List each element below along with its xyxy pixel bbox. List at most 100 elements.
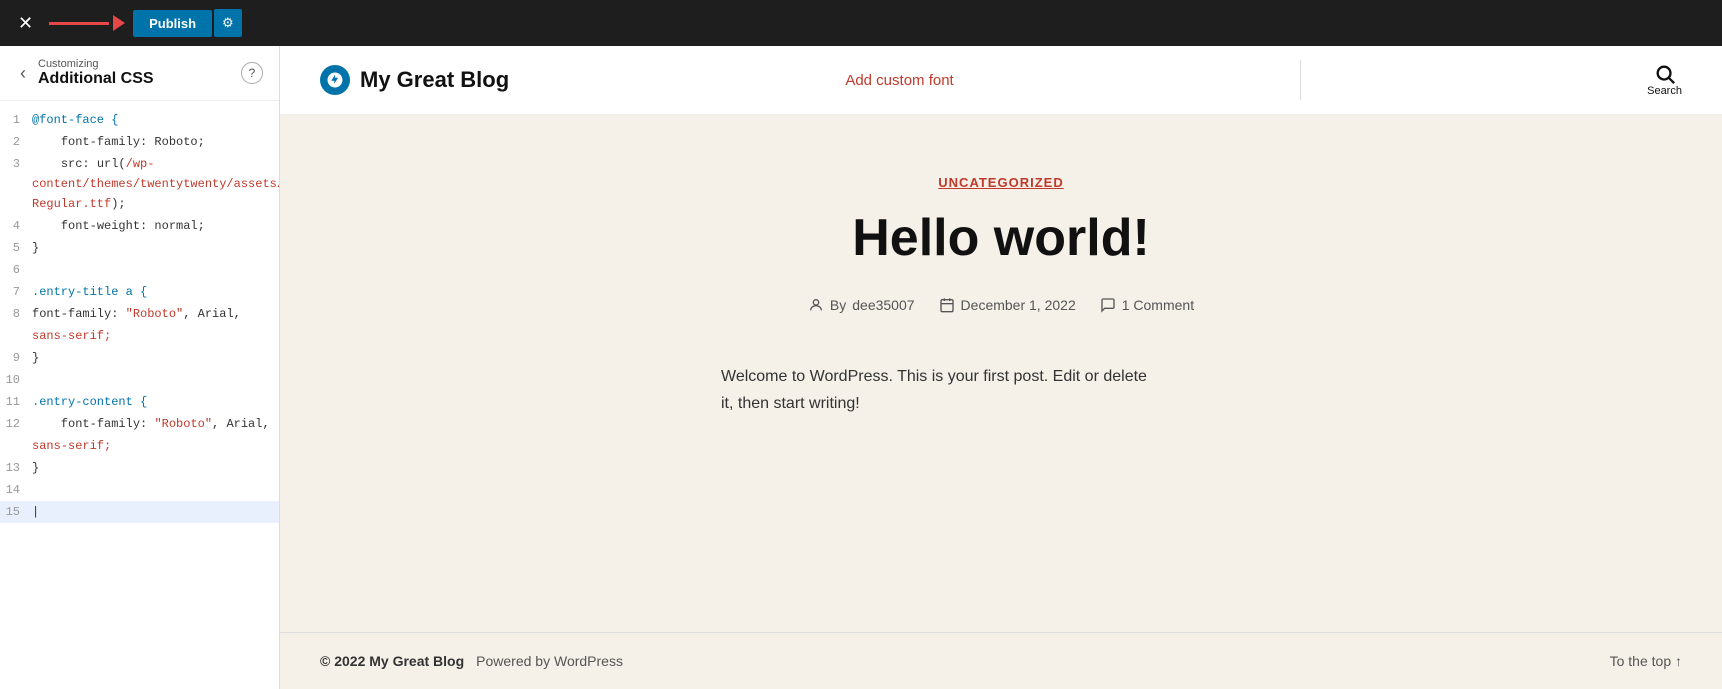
line-number [0,326,28,346]
line-number: 4 [0,216,28,236]
line-number: 8 [0,304,28,324]
line-content [28,370,279,390]
header-divider [1300,60,1301,100]
code-line-11: 11 .entry-content { [0,391,279,413]
line-content: font-family: Roboto; [28,132,279,152]
line-number: 6 [0,260,28,280]
code-editor[interactable]: 1 @font-face { 2 font-family: Roboto; 3 … [0,101,279,689]
code-line-10: 10 [0,369,279,391]
code-line-1: 1 @font-face { [0,109,279,131]
line-content: | [28,502,279,522]
line-content [28,260,279,280]
search-icon [1654,63,1676,85]
blog-footer: © 2022 My Great Blog Powered by WordPres… [280,632,1722,689]
footer-left: © 2022 My Great Blog Powered by WordPres… [320,653,623,669]
post-title: Hello world! [380,210,1622,267]
blog-icon [320,65,350,95]
code-line-8: 8 font-family: "Roboto", Arial, [0,303,279,325]
excerpt-line2: it, then start writing! [721,395,860,412]
code-line-8b: sans-serif; [0,325,279,347]
publish-button[interactable]: Publish [133,10,212,37]
code-line-13: 13 } [0,457,279,479]
code-line-9: 9 } [0,347,279,369]
line-content: @font-face { [28,110,279,130]
add-custom-font-link[interactable]: Add custom font [845,72,953,89]
line-content: sans-serif; [28,436,279,456]
footer-copyright: © 2022 My Great Blog [320,653,464,669]
search-button-area[interactable]: Search [1647,63,1682,97]
line-number: 12 [0,414,28,434]
post-author: By dee35007 [808,297,915,313]
line-number: 10 [0,370,28,390]
settings-button[interactable]: ⚙ [214,9,242,37]
line-content: .entry-content { [28,392,279,412]
arrow-head [113,15,125,31]
panel-header-left: ‹ Customizing Additional CSS [16,58,154,88]
footer-to-top[interactable]: To the top ↑ [1610,653,1682,669]
line-content [28,480,279,500]
panel-title: Additional CSS [38,70,154,88]
blog-header: My Great Blog Add custom font Search [280,46,1722,115]
arrow-indicator [49,15,125,31]
line-content: } [28,458,279,478]
line-number: 11 [0,392,28,412]
blog-logo: My Great Blog [320,65,509,95]
line-content: } [28,348,279,368]
top-toolbar: ✕ Publish ⚙ [0,0,1722,46]
line-content: src: url(/wp-content/themes/twentytwenty… [28,154,279,214]
footer-powered-by: Powered by WordPress [476,653,623,669]
line-content: } [28,238,279,258]
line-number: 2 [0,132,28,152]
line-number [0,436,28,456]
search-label: Search [1647,85,1682,97]
arrow-line [49,22,109,25]
help-button[interactable]: ? [241,62,263,84]
code-line-6: 6 [0,259,279,281]
comments-count: 1 Comment [1122,297,1194,313]
panel-title-group: Customizing Additional CSS [38,58,154,88]
blog-title: My Great Blog [360,67,509,93]
code-line-12: 12 font-family: "Roboto", Arial, [0,413,279,435]
code-line-7: 7 .entry-title a { [0,281,279,303]
back-button[interactable]: ‹ [16,61,30,86]
code-line-12b: sans-serif; [0,435,279,457]
line-number: 7 [0,282,28,302]
code-line-15[interactable]: 15 | [0,501,279,523]
code-line-2: 2 font-family: Roboto; [0,131,279,153]
code-line-3: 3 src: url(/wp-content/themes/twentytwen… [0,153,279,215]
author-icon [808,297,824,313]
post-category[interactable]: UNCATEGORIZED [380,175,1622,190]
date-icon [939,297,955,313]
line-content: font-family: "Roboto", Arial, [28,414,279,434]
code-line-4: 4 font-weight: normal; [0,215,279,237]
post-date: December 1, 2022 [939,297,1076,313]
customizing-label: Customizing [38,58,154,70]
line-content: font-weight: normal; [28,216,279,236]
author-prefix: By [830,297,846,313]
line-content: sans-serif; [28,326,279,346]
line-content: .entry-title a { [28,282,279,302]
line-number: 13 [0,458,28,478]
author-name: dee35007 [852,297,914,313]
comment-icon [1100,297,1116,313]
post-excerpt: Welcome to WordPress. This is your first… [721,363,1281,417]
line-number: 9 [0,348,28,368]
line-number: 1 [0,110,28,130]
code-line-5: 5 } [0,237,279,259]
excerpt-line1: Welcome to WordPress. This is your first… [721,368,1147,385]
code-line-14: 14 [0,479,279,501]
main-container: ‹ Customizing Additional CSS ? 1 @font-f… [0,46,1722,689]
blog-content: UNCATEGORIZED Hello world! By dee35007 [280,115,1722,632]
line-number: 3 [0,154,28,214]
line-number: 15 [0,502,28,522]
panel-header: ‹ Customizing Additional CSS ? [0,46,279,101]
left-panel: ‹ Customizing Additional CSS ? 1 @font-f… [0,46,280,689]
line-content: font-family: "Roboto", Arial, [28,304,279,324]
post-date: December 1, 2022 [961,297,1076,313]
post-comments: 1 Comment [1100,297,1194,313]
close-button[interactable]: ✕ [10,10,41,36]
preview-panel: My Great Blog Add custom font Search UNC… [280,46,1722,689]
line-number: 5 [0,238,28,258]
line-number: 14 [0,480,28,500]
post-meta: By dee35007 December 1, 2022 [380,297,1622,313]
